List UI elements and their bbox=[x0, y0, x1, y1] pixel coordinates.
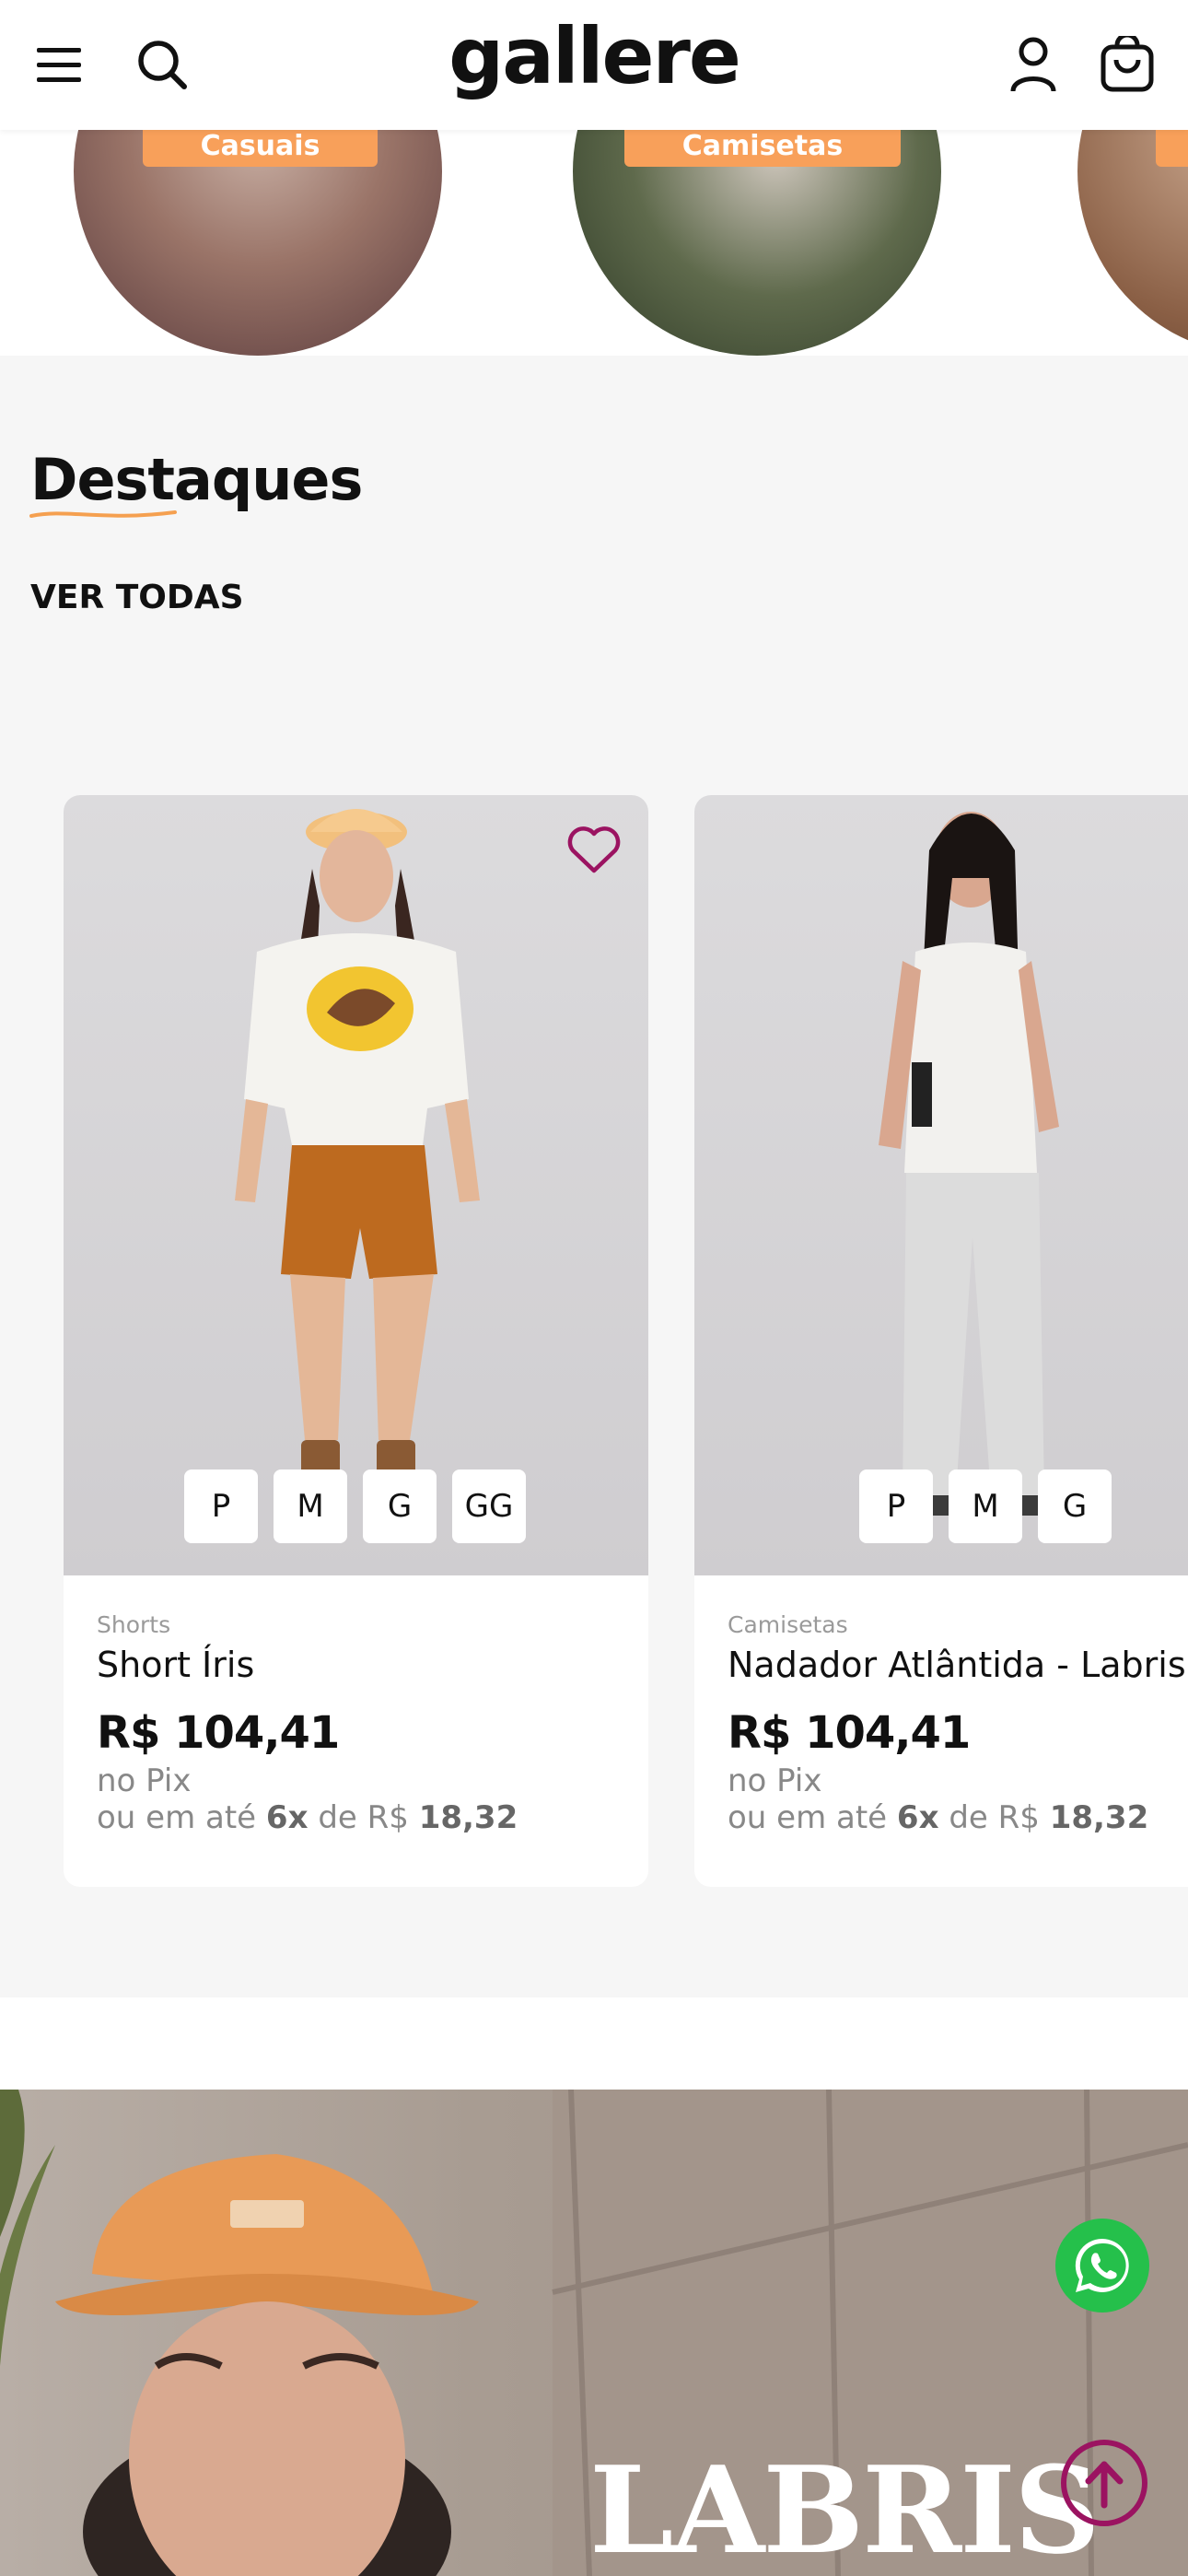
user-icon[interactable] bbox=[1000, 31, 1066, 98]
product-name[interactable]: Nadador Atlântida - Labris bbox=[728, 1645, 1186, 1685]
installment-mid: de R$ bbox=[318, 1799, 409, 1836]
size-options: P M G bbox=[859, 1469, 1112, 1543]
site-header: gallere bbox=[0, 0, 1188, 130]
shopping-bag-icon[interactable] bbox=[1094, 31, 1160, 98]
category-label-camisetas[interactable]: Camisetas bbox=[624, 130, 901, 167]
pix-note: no Pix bbox=[728, 1762, 822, 1799]
installment-info: ou em até 6x de R$ 18,32 bbox=[728, 1799, 1148, 1836]
category-label-next[interactable] bbox=[1156, 130, 1188, 167]
arrow-up-icon[interactable] bbox=[1061, 2440, 1147, 2526]
product-name[interactable]: Short Íris bbox=[97, 1645, 254, 1685]
size-option[interactable]: G bbox=[363, 1469, 437, 1543]
heart-icon[interactable] bbox=[565, 823, 623, 878]
category-carousel: Casuais Camisetas bbox=[0, 130, 1188, 356]
installment-mid: de R$ bbox=[949, 1799, 1040, 1836]
size-option[interactable]: P bbox=[184, 1469, 258, 1543]
product-category: Camisetas bbox=[728, 1611, 848, 1638]
product-price: R$ 104,41 bbox=[728, 1707, 971, 1759]
whatsapp-icon[interactable] bbox=[1055, 2219, 1149, 2313]
installment-prefix: ou em até bbox=[97, 1799, 257, 1836]
installment-info: ou em até 6x de R$ 18,32 bbox=[97, 1799, 518, 1836]
size-option[interactable]: GG bbox=[452, 1469, 526, 1543]
section-title: Destaques bbox=[30, 446, 363, 513]
installment-count: 6x bbox=[265, 1799, 309, 1836]
see-all-link[interactable]: VER TODAS bbox=[30, 579, 244, 616]
size-options: P M G GG bbox=[184, 1469, 526, 1543]
title-underline bbox=[29, 510, 177, 518]
pix-note: no Pix bbox=[97, 1762, 192, 1799]
installment-value: 18,32 bbox=[418, 1799, 518, 1836]
featured-section: Destaques VER TODAS P M G GG Shorts Shor… bbox=[0, 356, 1188, 1997]
installment-prefix: ou em até bbox=[728, 1799, 888, 1836]
banner-brand-text: LABRIS bbox=[589, 2440, 1101, 2576]
product-card[interactable]: P M G Camisetas Nadador Atlântida - Labr… bbox=[694, 795, 1188, 1887]
size-option[interactable]: P bbox=[859, 1469, 933, 1543]
installment-count: 6x bbox=[896, 1799, 939, 1836]
product-price: R$ 104,41 bbox=[97, 1707, 340, 1759]
size-option[interactable]: M bbox=[274, 1469, 347, 1543]
product-image[interactable] bbox=[64, 795, 648, 1575]
product-image[interactable] bbox=[694, 795, 1188, 1575]
installment-value: 18,32 bbox=[1049, 1799, 1149, 1836]
size-option[interactable]: M bbox=[949, 1469, 1022, 1543]
product-category: Shorts bbox=[97, 1611, 171, 1638]
product-card[interactable]: P M G GG Shorts Short Íris R$ 104,41 no … bbox=[64, 795, 648, 1887]
category-label-casuais[interactable]: Casuais bbox=[143, 130, 378, 167]
brand-banner[interactable]: LABRIS bbox=[0, 2090, 1188, 2576]
size-option[interactable]: G bbox=[1038, 1469, 1112, 1543]
